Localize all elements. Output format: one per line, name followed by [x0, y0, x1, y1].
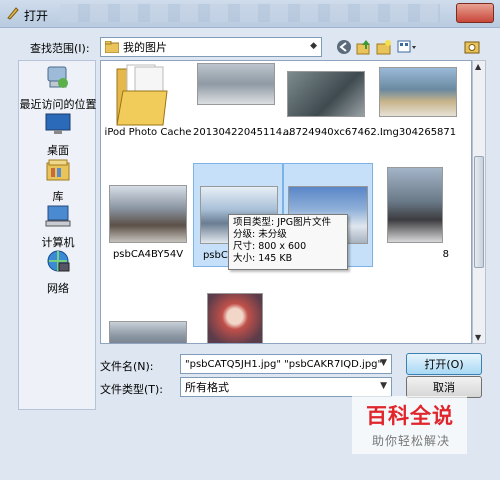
file-item[interactable]: psbCA4BY54V [103, 163, 193, 260]
filename-value: "psbCATQ5JH1.jpg" "psbCAKR7IQD.jpg" [185, 358, 383, 370]
filetype-select[interactable]: 所有格式 ▼ [180, 377, 392, 397]
tooltip-size: 大小: 145 KB [233, 253, 293, 264]
close-button[interactable] [456, 3, 494, 23]
network-icon [47, 250, 70, 272]
scroll-up-icon[interactable]: ▲ [475, 62, 481, 71]
place-label: 计算机 [41, 236, 75, 249]
open-button[interactable]: 打开(O) [406, 353, 482, 375]
file-item[interactable] [193, 287, 283, 343]
chevron-down-icon: ▼ [380, 381, 387, 391]
desktop-icon [45, 113, 71, 134]
watermark: 百科全说 助你轻松解决 [352, 396, 467, 454]
file-item[interactable]: a8724940xc67462... [283, 63, 387, 153]
place-desktop[interactable]: 桌面 [19, 111, 97, 158]
file-name: psbCA4BY54V [112, 249, 184, 260]
places-bar: 最近访问的位置 桌面 库 计算机 网络 [18, 60, 97, 410]
window-title: 打开 [24, 9, 49, 23]
scroll-down-icon[interactable]: ▼ [475, 333, 481, 342]
file-name: a8724940xc67462... [283, 127, 387, 138]
filename-label: 文件名(N): [100, 360, 154, 373]
new-folder-button[interactable] [375, 38, 393, 56]
chevron-down-icon: ▼ [380, 358, 387, 368]
image-thumbnail [379, 67, 457, 117]
folder-icon [105, 41, 119, 53]
file-item[interactable]: 8 [373, 163, 463, 267]
look-in-value: 我的图片 [123, 41, 167, 54]
desktop-shortcut-button[interactable] [463, 38, 481, 56]
look-in-label: 查找范围(I): [30, 42, 90, 55]
watermark-subtitle: 助你轻松解决 [372, 434, 451, 448]
file-tooltip: 项目类型: JPG图片文件 分级: 未分级 尺寸: 800 x 600 大小: … [228, 214, 348, 270]
app-icon [7, 7, 19, 20]
file-item[interactable]: 20130422045114... [193, 63, 292, 153]
up-folder-button[interactable] [355, 38, 373, 56]
image-thumbnail [387, 167, 443, 243]
place-computer[interactable]: 计算机 [19, 203, 97, 250]
file-name: 8 [442, 249, 449, 260]
tooltip-rating: 分级: 未分级 [233, 229, 287, 240]
tooltip-type: 项目类型: JPG图片文件 [233, 217, 332, 228]
view-menu-icon [397, 40, 416, 53]
filetype-label: 文件类型(T): [100, 383, 164, 396]
back-button[interactable] [335, 38, 353, 56]
place-network[interactable]: 网络 [19, 249, 97, 296]
scroll-thumb[interactable] [474, 156, 484, 268]
file-list-view[interactable]: iPod Photo Cache 20130422045114... a8724… [100, 60, 472, 344]
file-name: 20130422045114... [193, 127, 292, 138]
tooltip-dimensions: 尺寸: 800 x 600 [233, 241, 307, 252]
filetype-value: 所有格式 [185, 381, 229, 394]
image-thumbnail [109, 321, 187, 343]
image-thumbnail [287, 71, 365, 117]
file-item[interactable]: Img304265871 [373, 63, 463, 153]
desktop-shortcut-icon [464, 41, 480, 54]
vertical-scrollbar[interactable]: ▲ ▼ [472, 60, 486, 344]
title-bar: 打开 [0, 0, 500, 28]
folder-icon [116, 64, 168, 126]
image-thumbnail [207, 293, 263, 343]
title-bar-background [60, 4, 440, 22]
computer-icon [45, 205, 71, 227]
watermark-title: 百科全说 [366, 404, 454, 428]
image-thumbnail [109, 185, 187, 243]
place-label: 库 [52, 190, 64, 203]
file-name: iPod Photo Cache [104, 127, 192, 138]
back-icon [337, 40, 351, 54]
place-label: 网络 [47, 282, 69, 295]
file-item-folder[interactable]: iPod Photo Cache [103, 63, 193, 153]
cancel-button[interactable]: 取消 [406, 376, 482, 398]
library-icon [46, 159, 70, 181]
place-recent[interactable]: 最近访问的位置 [19, 65, 97, 112]
file-item[interactable] [103, 287, 193, 343]
view-menu-button[interactable] [396, 38, 418, 56]
file-name: Img304265871 [379, 127, 457, 138]
up-folder-icon [356, 40, 370, 55]
chevron-down-icon: ◆ [310, 41, 317, 51]
place-label: 最近访问的位置 [19, 98, 97, 111]
new-folder-icon [376, 40, 391, 55]
filename-input[interactable]: "psbCATQ5JH1.jpg" "psbCAKR7IQD.jpg" ▼ [180, 354, 392, 374]
place-library[interactable]: 库 [19, 157, 97, 204]
image-thumbnail [197, 63, 275, 105]
recent-icon [47, 66, 68, 88]
place-label: 桌面 [47, 144, 69, 157]
look-in-combo[interactable]: 我的图片 ◆ [100, 37, 322, 57]
